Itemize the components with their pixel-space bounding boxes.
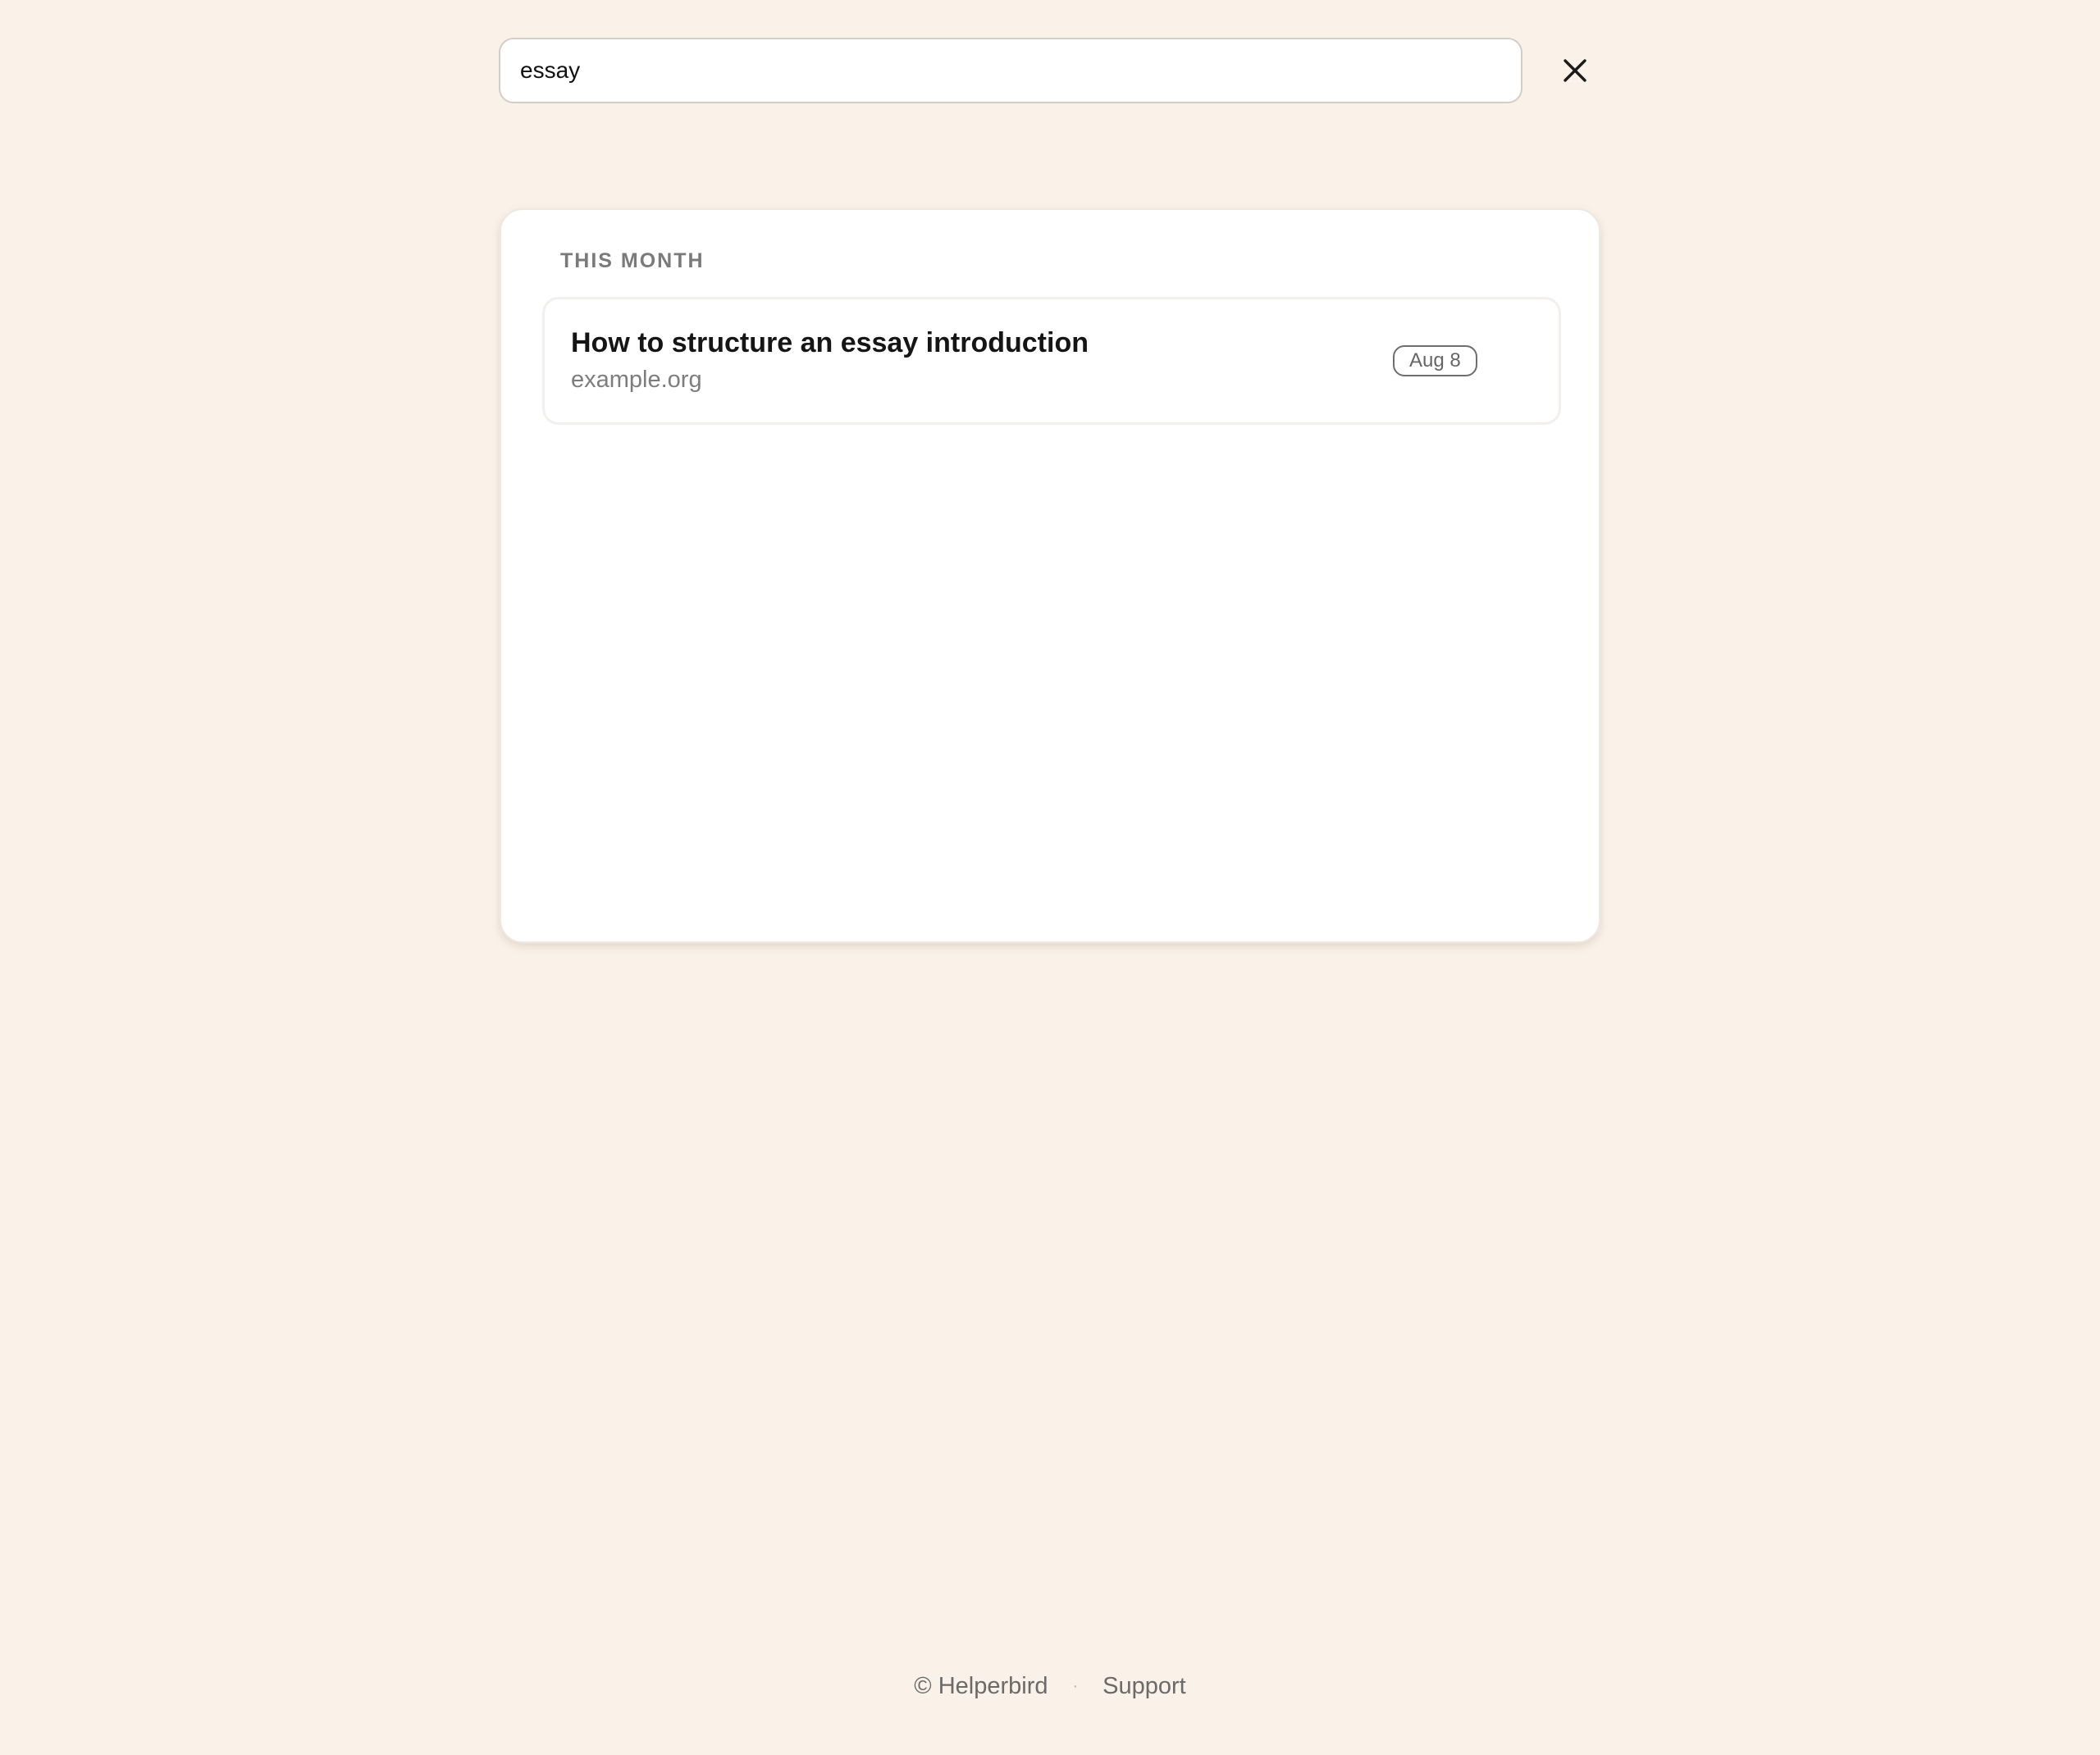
search-input[interactable]: [499, 38, 1522, 103]
section-heading-this-month: THIS MONTH: [560, 249, 705, 272]
date-badge: Aug 8: [1393, 345, 1477, 376]
close-button[interactable]: [1549, 44, 1601, 97]
result-item[interactable]: How to structure an essay introduction e…: [542, 297, 1561, 425]
close-icon: [1564, 59, 1586, 82]
result-domain: example.org: [571, 367, 702, 393]
search-results-panel: THIS MONTH How to structure an essay int…: [500, 208, 1600, 943]
search-bar: [499, 38, 1614, 103]
footer-separator: ·: [1072, 1676, 1079, 1695]
footer: © Helperbird · Support: [0, 1670, 2100, 1703]
result-title[interactable]: How to structure an essay introduction: [571, 327, 1089, 359]
support-link[interactable]: Support: [1102, 1673, 1186, 1700]
footer-copyright: © Helperbird: [914, 1672, 1048, 1699]
